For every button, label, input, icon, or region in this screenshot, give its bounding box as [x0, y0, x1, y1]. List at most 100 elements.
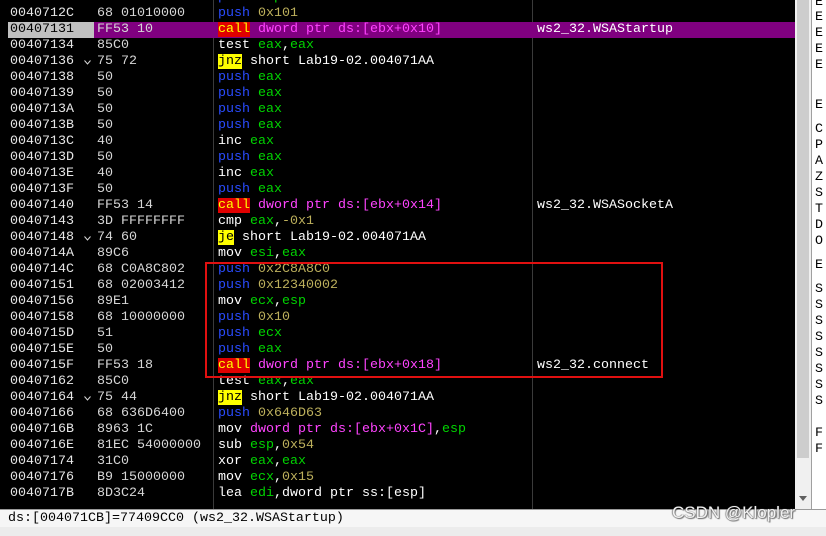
- disasm-row[interactable]: 0040713E 40 inc eax: [0, 166, 795, 182]
- disasm-row[interactable]: 0040714C 68 C0A8C802 push 0x2C8A8C0: [0, 262, 795, 278]
- row-bytes: 50: [97, 342, 113, 357]
- row-instruction: test eax,eax: [218, 374, 314, 390]
- instruction-operands: eax: [258, 150, 282, 165]
- instruction-mnemonic: jnz: [218, 390, 242, 405]
- disasm-row[interactable]: 0040717B 8D3C24 lea edi,dword ptr ss:[esp]: [0, 486, 795, 502]
- disasm-row[interactable]: 00407131 FF53 10 call dword ptr ds:[ebx+0x…: [0, 22, 795, 38]
- row-bytes: 81EC 54000000: [97, 438, 201, 453]
- row-address: 0040715F: [10, 358, 74, 373]
- disasm-row[interactable]: 0040713D 50 push eax: [0, 150, 795, 166]
- instruction-mnemonic: push: [218, 70, 250, 85]
- register-label: F: [815, 442, 823, 457]
- register-label: A: [815, 154, 823, 169]
- row-address: 00407174: [10, 454, 74, 469]
- row-address: 00407148: [10, 230, 74, 245]
- row-bytes: 50: [97, 118, 113, 133]
- row-bytes: 50: [97, 70, 113, 85]
- register-label: S: [815, 378, 823, 393]
- row-bytes: 68 01010000: [97, 6, 185, 21]
- disasm-row[interactable]: 00407164 75 44 jnz short Lab19-02.004071AA: [0, 390, 795, 406]
- instruction-mnemonic: push: [218, 150, 250, 165]
- instruction-mnemonic: push: [218, 102, 250, 117]
- disasm-row[interactable]: 0040715E 50 push eax: [0, 342, 795, 358]
- row-address: 0040716E: [10, 438, 74, 453]
- disasm-row[interactable]: 00407139 50 push eax: [0, 86, 795, 102]
- register-label: F: [815, 426, 823, 441]
- row-instruction: cmp eax,-0x1: [218, 214, 314, 230]
- status-text: ds:[004071CB]=77409CC0 (ws2_32.WSAStartu…: [8, 511, 344, 526]
- instruction-operands: 0x12340002: [258, 278, 338, 293]
- instruction-mnemonic: mov: [218, 422, 242, 437]
- watermark: CSDN @Klopler: [672, 503, 796, 522]
- instruction-operands: 0x646D63: [258, 406, 322, 421]
- disassembly-view[interactable]: 0040712B54push esp0040712C68 01010000pus…: [0, 0, 795, 509]
- instruction-operands: dword ptr ds:[ebx+0x14]: [258, 198, 442, 213]
- disasm-row[interactable]: 0040713F 50 push eax: [0, 182, 795, 198]
- row-instruction: inc eax: [218, 134, 274, 150]
- instruction-mnemonic: push: [218, 310, 250, 325]
- disasm-row[interactable]: 00407140 FF53 14 call dword ptr ds:[ebx+0x…: [0, 198, 795, 214]
- instruction-mnemonic: call: [218, 22, 250, 37]
- row-address: 00407151: [10, 278, 74, 293]
- row-instruction: mov ecx,esp: [218, 294, 306, 310]
- instruction-operands: eax: [258, 102, 282, 117]
- instruction-mnemonic: push: [218, 278, 250, 293]
- row-address: 00407139: [10, 86, 74, 101]
- row-instruction: push 0x10: [218, 310, 290, 326]
- row-bytes: 51: [97, 326, 113, 341]
- disasm-row[interactable]: 00407166 68 636D6400 push 0x646D63: [0, 406, 795, 422]
- bottom-strip: [0, 527, 826, 536]
- scroll-thumb[interactable]: [797, 0, 809, 458]
- disasm-row[interactable]: 00407136 75 72 jnz short Lab19-02.004071AA: [0, 54, 795, 70]
- disasm-row[interactable]: 0040716E 81EC 54000000 sub esp,0x54: [0, 438, 795, 454]
- row-instruction: push 0x2C8A8C0: [218, 262, 330, 278]
- disasm-row[interactable]: 00407148 74 60 je short Lab19-02.004071AA: [0, 230, 795, 246]
- disasm-row[interactable]: 0040714A 89C6 mov esi,eax: [0, 246, 795, 262]
- instruction-operands: 0x101: [258, 6, 298, 21]
- row-bytes: 74 60: [97, 230, 137, 245]
- instruction-operands: ecx,esp: [250, 294, 306, 309]
- disasm-row[interactable]: 0040715D 51 push ecx: [0, 326, 795, 342]
- disasm-row[interactable]: 00407158 68 10000000 push 0x10: [0, 310, 795, 326]
- disasm-row[interactable]: 00407174 31C0 xor eax,eax: [0, 454, 795, 470]
- instruction-mnemonic: inc: [218, 134, 242, 149]
- register-label: O: [815, 234, 823, 249]
- row-address: 00407134: [10, 38, 74, 53]
- disasm-row[interactable]: 0040716B 8963 1C mov dword ptr ds:[ebx+0x1…: [0, 422, 795, 438]
- register-label: E: [815, 258, 823, 273]
- chevron-down-icon: [84, 396, 91, 401]
- instruction-mnemonic: test: [218, 374, 250, 389]
- instruction-operands: 0x2C8A8C0: [258, 262, 330, 277]
- register-label: T: [815, 202, 823, 217]
- row-instruction: call dword ptr ds:[ebx+0x10]: [218, 22, 442, 38]
- disasm-row[interactable]: 00407176 B9 15000000 mov ecx,0x15: [0, 470, 795, 486]
- disasm-row[interactable]: 0040713C 40 inc eax: [0, 134, 795, 150]
- row-bytes: 40: [97, 166, 113, 181]
- disasm-row[interactable]: 00407143 3D FFFFFFFF cmp eax,-0x1: [0, 214, 795, 230]
- vertical-scrollbar[interactable]: [795, 0, 811, 509]
- instruction-operands: ecx,0x15: [250, 470, 314, 485]
- instruction-mnemonic: push: [218, 406, 250, 421]
- register-label: S: [815, 330, 823, 345]
- disasm-row[interactable]: 00407162 85C0 test eax,eax: [0, 374, 795, 390]
- disasm-row[interactable]: 00407138 50 push eax: [0, 70, 795, 86]
- register-label: S: [815, 282, 823, 297]
- register-panel[interactable]: E E E E E E C P A Z S T D O E S S S S S …: [812, 0, 826, 509]
- disasm-row[interactable]: 0040712C 68 01010000 push 0x101: [0, 6, 795, 22]
- instruction-operands: eax,eax: [250, 454, 306, 469]
- row-instruction: mov esi,eax: [218, 246, 306, 262]
- disasm-row[interactable]: 00407156 89E1 mov ecx,esp: [0, 294, 795, 310]
- disasm-row[interactable]: 0040713A 50 push eax: [0, 102, 795, 118]
- instruction-mnemonic: test: [218, 38, 250, 53]
- disasm-row[interactable]: 00407151 68 02003412 push 0x12340002: [0, 278, 795, 294]
- instruction-operands: eax: [258, 70, 282, 85]
- disasm-row[interactable]: 00407134 85C0 test eax,eax: [0, 38, 795, 54]
- row-address: 0040713E: [10, 166, 74, 181]
- row-instruction: call dword ptr ds:[ebx+0x18]: [218, 358, 442, 374]
- row-bytes: 50: [97, 150, 113, 165]
- row-instruction: push eax: [218, 70, 282, 86]
- disasm-row[interactable]: 0040715F FF53 18 call dword ptr ds:[ebx+0x…: [0, 358, 795, 374]
- row-comment: ws2_32.WSAStartup: [537, 22, 673, 37]
- scroll-down-button[interactable]: [795, 490, 811, 508]
- disasm-row[interactable]: 0040713B 50 push eax: [0, 118, 795, 134]
